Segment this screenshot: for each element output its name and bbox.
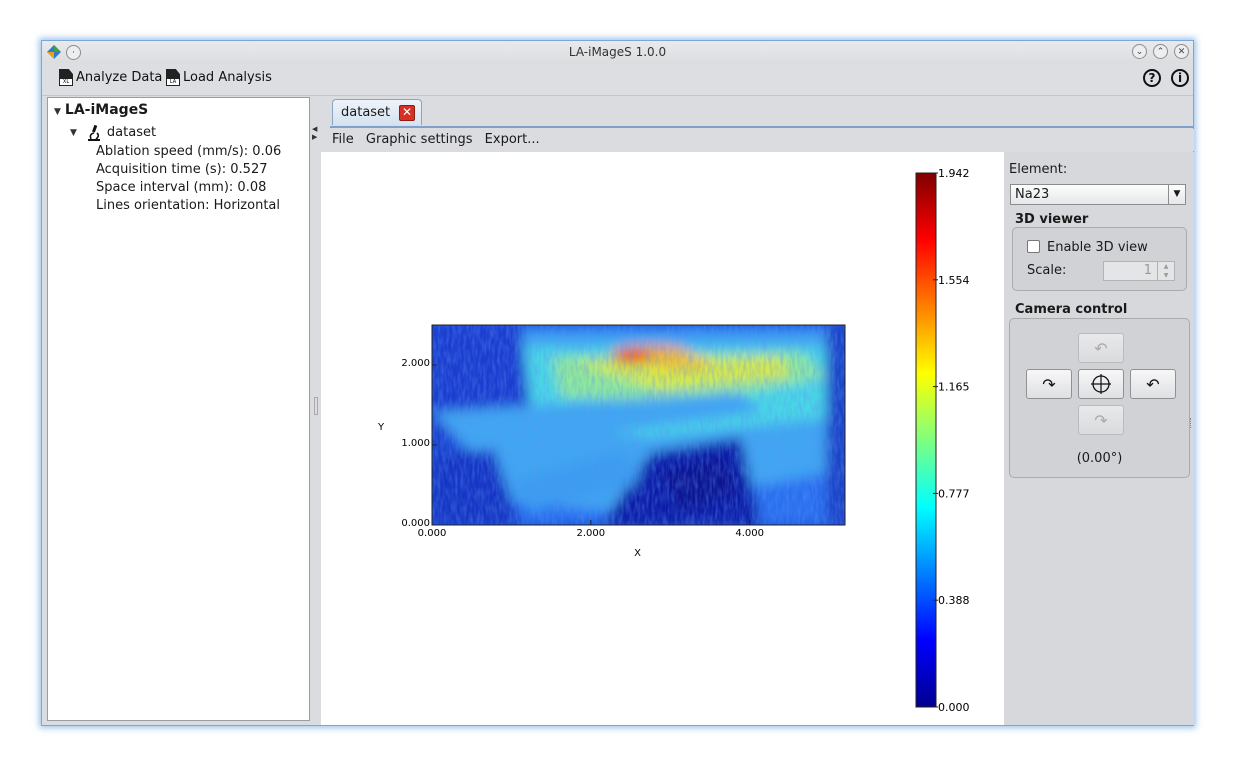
tree-dataset-label: dataset <box>106 125 157 140</box>
window-title: LA-iMageS 1.0.0 <box>568 45 667 59</box>
tree-property[interactable]: Lines orientation: Horizontal <box>96 198 280 213</box>
camera-group: ↶ ↷ ↶ ↷ (0.00°) <box>1009 318 1190 478</box>
rotate-left-button[interactable]: ↷ <box>1026 369 1072 399</box>
tree-property[interactable]: Acquisition time (s): 0.527 <box>96 162 267 177</box>
x-axis-label: X <box>634 548 641 559</box>
colorbar-tick-label: 0.777 <box>938 487 970 500</box>
tab-close-icon[interactable]: ✕ <box>399 105 415 121</box>
tree-dataset[interactable]: ▼ dataset <box>70 124 156 141</box>
x-tick-label: 0.000 <box>418 528 447 539</box>
load-file-badge: LA <box>167 79 179 85</box>
side-panel: Element: Na23 ▼ 3D viewer Enable 3D view… <box>1004 152 1194 725</box>
element-select[interactable]: Na23 ▼ <box>1010 184 1186 205</box>
close-icon[interactable]: ✕ <box>1174 44 1189 59</box>
tree-root-label: LA-iMageS <box>64 102 149 118</box>
enable-3d-label[interactable]: Enable 3D view <box>1047 240 1148 255</box>
side-grip[interactable] <box>1190 418 1194 428</box>
load-analysis-button[interactable]: LA Load Analysis <box>166 69 272 86</box>
main-toolbar: XL Analyze Data LA Load Analysis ? i <box>42 63 1193 96</box>
x-tick-label: 4.000 <box>735 528 764 539</box>
rotate-down-button[interactable]: ↷ <box>1078 405 1124 435</box>
y-tick-label: 2.000 <box>401 358 430 369</box>
colorbar-tick-label: 1.165 <box>938 381 970 394</box>
microscope-icon <box>87 124 100 141</box>
rotate-left-icon: ↷ <box>1042 374 1056 394</box>
tab-dataset-label: dataset <box>341 105 391 120</box>
scale-value: 1 <box>1143 263 1152 278</box>
scale-spinner[interactable]: 1 ▲ ▼ <box>1103 261 1175 281</box>
tab-bar: dataset ✕ <box>330 99 1194 127</box>
rotate-up-button[interactable]: ↶ <box>1078 333 1124 363</box>
tree-root[interactable]: ▼ LA-iMageS <box>54 102 148 118</box>
expand-triangle-icon[interactable]: ▼ <box>70 128 77 138</box>
y-tick-label: 1.000 <box>401 438 430 449</box>
tab-underline <box>330 126 1194 128</box>
rotate-right-icon: ↶ <box>1146 374 1160 394</box>
app-logo-icon <box>47 45 61 59</box>
load-analysis-label: Load Analysis <box>183 70 272 85</box>
camera-group-title: Camera control <box>1015 302 1128 317</box>
spinner-arrows-icon[interactable]: ▲ ▼ <box>1157 262 1174 280</box>
y-axis-label: Y <box>377 422 385 433</box>
maximize-icon[interactable]: ⌃ <box>1153 44 1168 59</box>
scale-label: Scale: <box>1027 263 1067 278</box>
element-label: Element: <box>1009 162 1068 177</box>
center-camera-button[interactable] <box>1078 369 1124 399</box>
splitter-grip[interactable] <box>314 397 318 415</box>
rotate-down-icon: ↷ <box>1094 410 1108 430</box>
panel-splitter[interactable]: ◀ ▶ <box>311 97 319 721</box>
viewer-group: Enable 3D view Scale: 1 ▲ ▼ <box>1012 227 1187 291</box>
heatmap-image[interactable] <box>432 325 845 525</box>
menu-graphic-settings[interactable]: Graphic settings <box>366 132 473 147</box>
rotate-right-button[interactable]: ↶ <box>1130 369 1176 399</box>
colorbar-tick-label: 0.000 <box>938 701 970 714</box>
project-tree[interactable]: ▼ LA-iMageS ▼ dataset Ablation speed (mm/… <box>47 97 310 721</box>
app-window: · LA-iMageS 1.0.0 ⌄ ⌃ ✕ XL Analyze Data … <box>41 40 1194 726</box>
camera-angle: (0.00°) <box>1076 451 1123 466</box>
analyze-file-badge: XL <box>60 79 72 85</box>
crosshair-icon <box>1091 374 1111 394</box>
menu-bar: File Graphic settings Export... <box>321 129 1194 151</box>
colorbar-tick-label: 1.554 <box>938 274 970 287</box>
y-tick-label: 0.000 <box>401 518 430 529</box>
minimize-icon[interactable]: ⌄ <box>1132 44 1147 59</box>
analyze-data-button[interactable]: XL Analyze Data <box>59 69 162 86</box>
help-icon[interactable]: ? <box>1143 69 1161 87</box>
tree-property[interactable]: Space interval (mm): 0.08 <box>96 180 266 195</box>
dropdown-arrow-icon[interactable]: ▼ <box>1168 185 1185 204</box>
x-tick-label: 2.000 <box>577 528 606 539</box>
expand-triangle-icon[interactable]: ▼ <box>54 107 61 117</box>
viewer-group-title: 3D viewer <box>1015 212 1089 227</box>
element-select-value: Na23 <box>1015 187 1050 202</box>
title-bar: · LA-iMageS 1.0.0 ⌄ ⌃ ✕ <box>42 41 1193 63</box>
tab-dataset[interactable]: dataset ✕ <box>332 99 422 125</box>
menu-export[interactable]: Export... <box>485 132 540 147</box>
info-icon[interactable]: i <box>1171 69 1189 87</box>
tree-property[interactable]: Ablation speed (mm/s): 0.06 <box>96 144 281 159</box>
load-file-icon: LA <box>166 69 180 86</box>
enable-3d-checkbox[interactable] <box>1027 240 1040 253</box>
colorbar-tick-label: 1.942 <box>938 167 970 180</box>
menu-file[interactable]: File <box>332 132 354 147</box>
colorbar[interactable] <box>915 172 937 708</box>
pin-icon[interactable]: · <box>66 44 81 60</box>
plot-area[interactable]: 0.000 2.000 4.000 0.000 1.000 2.000 X Y 1.942 1.… <box>321 152 1004 725</box>
analyze-data-label: Analyze Data <box>76 70 163 85</box>
splitter-arrows-icon[interactable]: ◀ ▶ <box>312 125 317 141</box>
colorbar-tick-label: 0.388 <box>938 594 970 607</box>
analyze-file-icon: XL <box>59 69 73 86</box>
rotate-up-icon: ↶ <box>1094 338 1108 358</box>
heatmap-chart[interactable]: 0.000 2.000 4.000 0.000 1.000 2.000 X Y 1.942 1.… <box>321 152 1004 725</box>
